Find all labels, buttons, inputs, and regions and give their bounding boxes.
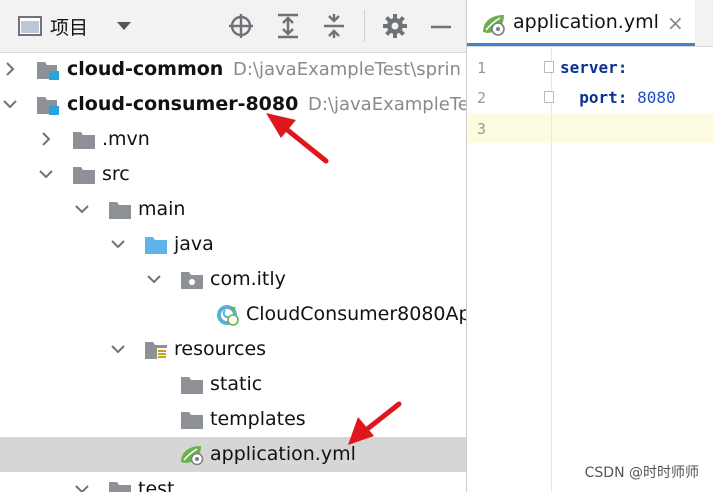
tab-application-yml[interactable]: application.yml ×: [467, 0, 695, 46]
yaml-key: port:: [579, 88, 628, 107]
editor-tabbar: application.yml ×: [467, 0, 713, 47]
code-line[interactable]: server:: [560, 58, 627, 77]
editor-panel: application.yml × 1 2 3 server: port: 80…: [467, 0, 713, 492]
line-number: 2: [477, 89, 487, 107]
annotation-arrows: [266, 113, 402, 445]
code-line[interactable]: port: 8080: [560, 88, 676, 107]
fold-end-marker-icon[interactable]: [544, 91, 554, 103]
annotation-arrow-yml: [348, 401, 402, 445]
close-icon[interactable]: ×: [667, 11, 684, 35]
line-number: 3: [477, 120, 487, 138]
line-number-gutter: [467, 47, 552, 492]
annotation-arrow-module: [266, 113, 329, 164]
watermark: CSDN @时时师师: [584, 465, 699, 481]
tab-label: application.yml: [513, 11, 659, 33]
line-number: 1: [477, 59, 487, 77]
fold-marker-icon[interactable]: [544, 61, 554, 73]
project-panel: 项目 cloud-common D:\javaExampleTest\sprin…: [0, 0, 466, 492]
yaml-value: 8080: [637, 88, 676, 107]
yaml-key: server:: [560, 58, 628, 77]
yaml-file-icon: [483, 15, 505, 36]
